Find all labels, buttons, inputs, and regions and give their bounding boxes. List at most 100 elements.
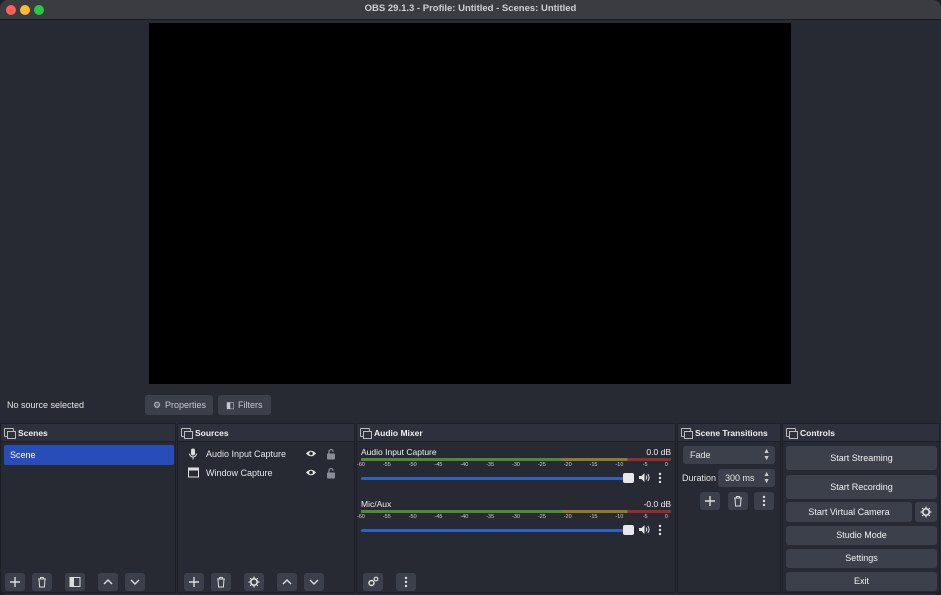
filters-icon: ◧ [226, 400, 235, 410]
obs-window: OBS 29.1.3 - Profile: Untitled - Scenes:… [0, 0, 941, 595]
chevron-down-icon [130, 579, 140, 585]
controls-dock: Controls Start Streaming Start Recording… [782, 423, 940, 593]
more-vertical-icon [404, 576, 408, 588]
audio-mixer-header[interactable]: Audio Mixer [357, 424, 675, 442]
volume-slider[interactable] [361, 477, 634, 480]
undock-icon [360, 428, 372, 439]
exit-button[interactable]: Exit [786, 572, 937, 591]
scene-transitions-title: Scene Transitions [695, 428, 768, 438]
add-transition-button[interactable] [700, 492, 720, 510]
duration-label: Duration [682, 473, 717, 483]
scale-tick: -40 [460, 514, 469, 520]
scene-list-item[interactable]: Scene [4, 445, 174, 465]
undock-icon [786, 428, 798, 439]
sources-header[interactable]: Sources [178, 424, 354, 442]
eye-icon[interactable] [305, 468, 317, 477]
more-vertical-icon[interactable] [657, 472, 663, 484]
preview-canvas[interactable] [149, 23, 791, 384]
audio-mixer-dock: Audio Mixer Audio Input Capture 0.0 dB -… [356, 423, 676, 593]
mixer-menu-button[interactable] [396, 573, 416, 591]
scale-tick: -35 [486, 514, 495, 520]
remove-source-button[interactable] [211, 573, 231, 591]
scale-tick: -5 [642, 514, 648, 520]
settings-button[interactable]: Settings [786, 549, 937, 568]
remove-transition-button[interactable] [728, 492, 748, 510]
trash-icon [217, 577, 225, 588]
channel-db: 0.0 dB [646, 447, 671, 457]
transition-select[interactable]: Fade ▲ ▼ [683, 446, 775, 464]
source-item[interactable]: Audio Input Capture [184, 445, 350, 463]
plus-icon [10, 577, 20, 587]
advanced-audio-button[interactable] [363, 573, 383, 591]
scene-transitions-header[interactable]: Scene Transitions [678, 424, 780, 442]
sources-title: Sources [195, 428, 229, 438]
remove-scene-button[interactable] [32, 573, 52, 591]
scale-tick: -10 [615, 462, 624, 468]
move-source-up-button[interactable] [277, 573, 297, 591]
virtual-camera-config-button[interactable] [915, 502, 937, 522]
volume-slider-handle[interactable] [623, 473, 634, 483]
controls-header[interactable]: Controls [783, 424, 939, 442]
scale-tick: -55 [382, 462, 391, 468]
add-source-button[interactable] [184, 573, 204, 591]
properties-button[interactable]: ⚙ Properties [145, 395, 213, 415]
speaker-icon[interactable] [638, 524, 651, 535]
controls-title: Controls [800, 428, 835, 438]
scale-tick: -50 [408, 514, 417, 520]
transition-selected: Fade [690, 450, 711, 460]
studio-mode-button[interactable]: Studio Mode [786, 526, 937, 545]
source-item[interactable]: Window Capture [184, 464, 350, 482]
scale-tick: -5 [642, 462, 648, 468]
mixer-channel: Audio Input Capture 0.0 dB -60 -55 -50 -… [357, 447, 673, 495]
unlock-icon[interactable] [326, 448, 336, 460]
scale-tick: 0 [664, 514, 668, 520]
start-virtual-camera-button[interactable]: Start Virtual Camera [786, 502, 912, 522]
channel-name: Audio Input Capture [361, 447, 437, 457]
duration-value: 300 ms [725, 473, 755, 483]
filters-button[interactable]: ◧ Filters [218, 395, 271, 415]
eye-icon[interactable] [305, 449, 317, 458]
scene-transitions-dock: Scene Transitions Fade ▲ ▼ Duration 300 m… [677, 423, 781, 593]
move-scene-down-button[interactable] [125, 573, 145, 591]
scenes-dock: Scenes Scene [0, 423, 176, 593]
start-streaming-button[interactable]: Start Streaming [786, 446, 937, 470]
filter-icon [69, 577, 81, 587]
scale-tick: -30 [512, 462, 520, 468]
volume-slider-handle[interactable] [623, 525, 634, 535]
plus-icon [705, 496, 715, 506]
trash-icon [734, 496, 742, 507]
volume-slider[interactable] [361, 529, 634, 532]
undock-icon [181, 428, 193, 439]
start-recording-button[interactable]: Start Recording [786, 475, 937, 499]
move-source-down-button[interactable] [304, 573, 324, 591]
gears-icon [368, 576, 379, 587]
selection-status: No source selected [7, 400, 85, 410]
scale-tick: -45 [434, 514, 443, 520]
move-scene-up-button[interactable] [98, 573, 118, 591]
scale-tick: -20 [563, 462, 572, 468]
add-scene-button[interactable] [5, 573, 25, 591]
more-vertical-icon[interactable] [657, 524, 663, 536]
undock-icon [681, 428, 693, 439]
scene-filters-button[interactable] [65, 573, 85, 591]
up-down-chevron-icon[interactable]: ▲ ▼ [763, 471, 770, 485]
speaker-icon[interactable] [638, 472, 651, 483]
more-vertical-icon [762, 495, 766, 507]
chevron-up-icon [282, 579, 292, 585]
up-down-chevron-icon: ▲ ▼ [763, 448, 770, 462]
title-bar: OBS 29.1.3 - Profile: Untitled - Scenes:… [0, 0, 941, 20]
unlock-icon[interactable] [326, 467, 336, 479]
meter-scale: -60 -55 -50 -45 -40 -35 -30 -25 -20 -15 … [357, 461, 671, 471]
scenes-title: Scenes [18, 428, 48, 438]
scale-tick: -15 [589, 514, 598, 520]
meter-scale: -60 -55 -50 -45 -40 -35 -30 -25 -20 -15 … [357, 513, 671, 523]
gear-icon: ⚙ [153, 400, 162, 410]
source-properties-button[interactable] [244, 573, 264, 591]
scale-tick: -45 [434, 462, 443, 468]
scenes-header[interactable]: Scenes [1, 424, 175, 442]
plus-icon [189, 577, 199, 587]
transition-menu-button[interactable] [754, 492, 774, 510]
scale-tick: 0 [664, 462, 668, 468]
duration-spinbox[interactable]: 300 ms ▲ ▼ [718, 469, 775, 487]
scale-tick: -10 [615, 514, 624, 520]
